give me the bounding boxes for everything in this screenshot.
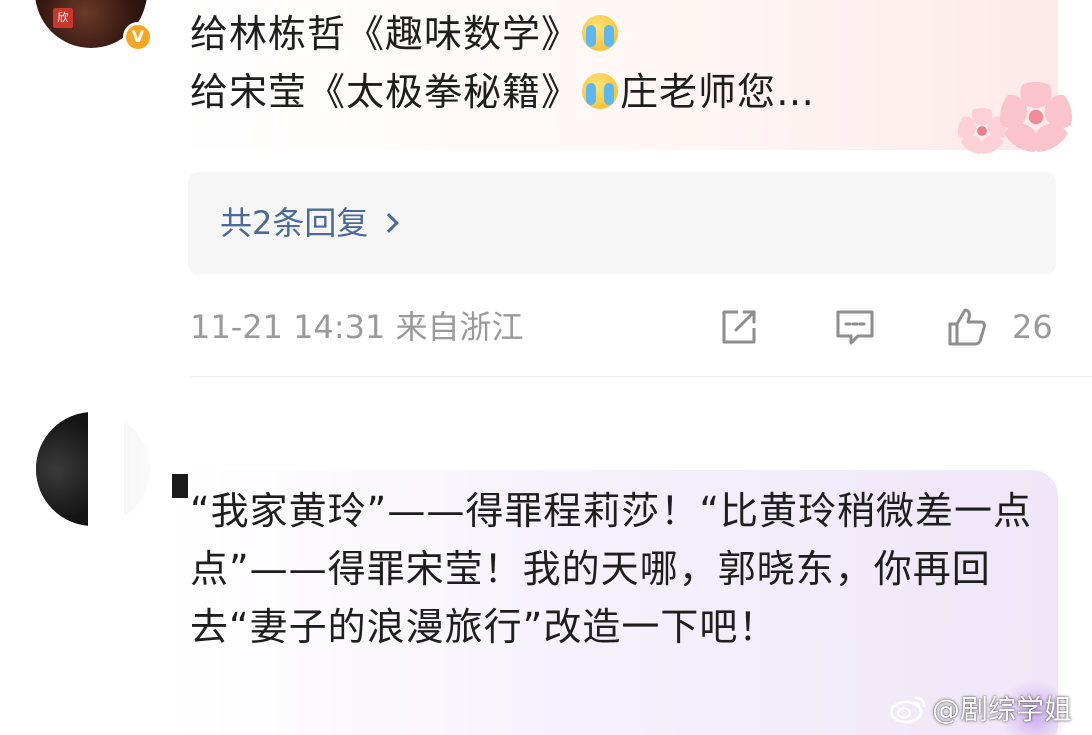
thumbs-up-icon[interactable] xyxy=(946,306,988,348)
comment-meta-row: 11-21 14:31 来自浙江 26 xyxy=(190,300,1060,354)
comment-divider xyxy=(190,376,1092,377)
crying-face-icon xyxy=(582,15,619,51)
commenter-avatar[interactable]: 欣 V xyxy=(35,0,153,52)
comment-text-part2: 给宋莹《太极拳秘籍》 xyxy=(190,70,581,114)
watermark: @剧综学姐 xyxy=(888,688,1072,728)
comment-text: 给林栋哲《趣味数学》给宋莹《太极拳秘籍》 庄老师您… xyxy=(190,5,1010,121)
view-replies-button[interactable]: 共2条回复 xyxy=(188,172,1056,274)
sakura-flower-icon xyxy=(958,108,1006,154)
commenter-avatar[interactable] xyxy=(36,412,150,526)
comment-icon[interactable] xyxy=(834,306,876,348)
avatar-seal: 欣 xyxy=(53,8,73,28)
location: 来自浙江 xyxy=(395,308,524,346)
share-icon[interactable] xyxy=(718,306,760,348)
like-count: 26 xyxy=(1012,308,1053,346)
timestamp: 11-21 14:31 xyxy=(190,308,386,346)
avatar-mask xyxy=(88,412,124,526)
replies-label: 共2条回复 xyxy=(220,204,369,242)
comment-text: “我家黄玲”——得罪程莉莎！“比黄玲稍微差一点点”——得罪宋莹！我的天哪，郭晓东… xyxy=(190,489,1033,649)
watermark-text: @剧综学姐 xyxy=(932,693,1073,726)
weibo-comment-thread: 欣 V 给林栋哲《趣味数学》给宋莹《太极拳秘籍》 庄老师您… 共2条回复 11-2… xyxy=(0,0,1092,735)
avatar-photo xyxy=(36,412,88,526)
comment-text-part1: 给林栋哲《趣味数学》 xyxy=(190,12,581,56)
weibo-logo-icon xyxy=(889,696,926,724)
comment-text-part3: 庄老师您… xyxy=(620,70,816,114)
redaction-mark xyxy=(172,474,188,498)
chevron-right-icon xyxy=(379,213,400,233)
comment-meta: 11-21 14:31 来自浙江 xyxy=(190,306,524,348)
verified-badge-icon: V xyxy=(123,22,153,52)
replies-link[interactable]: 共2条回复 xyxy=(220,202,400,244)
crying-face-icon xyxy=(582,73,619,109)
sakura-flower-icon xyxy=(1000,82,1072,152)
